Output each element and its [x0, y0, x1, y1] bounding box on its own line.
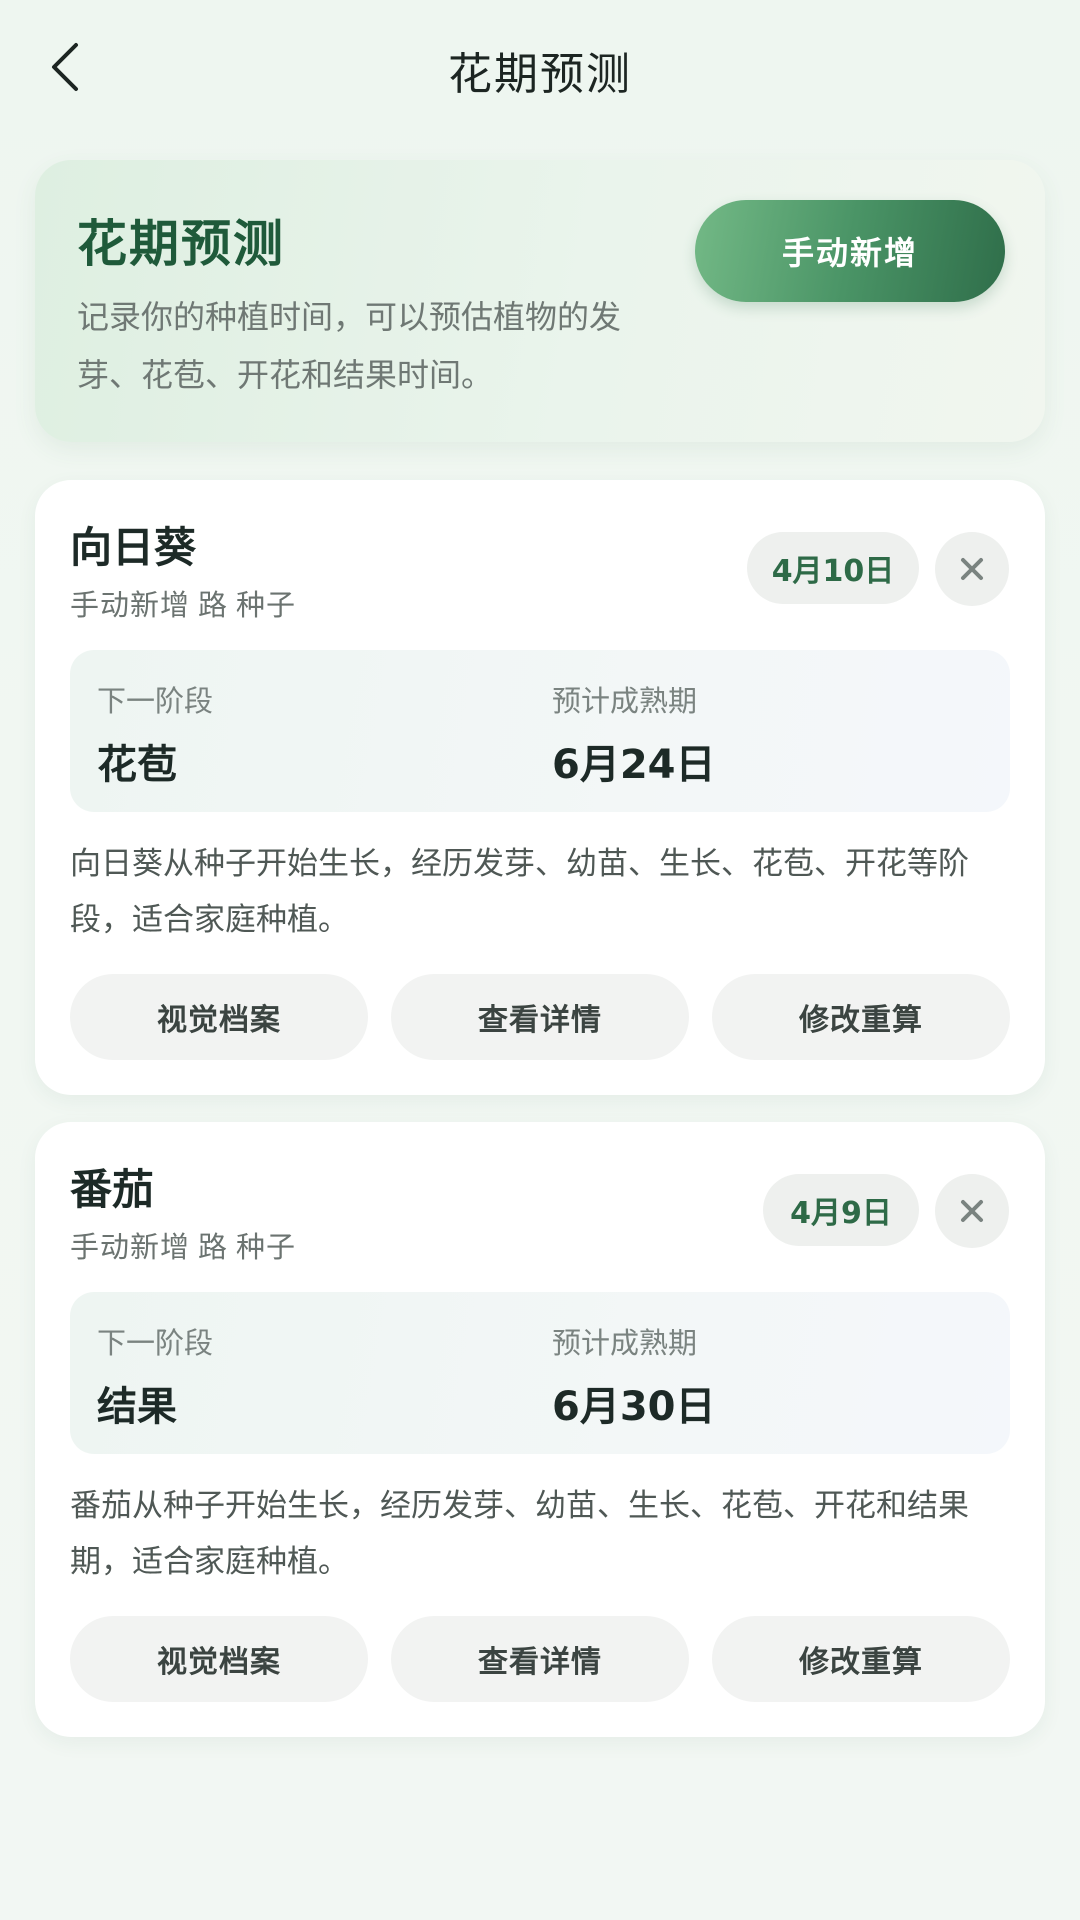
action-row: 视觉档案 查看详情 修改重算 — [70, 1616, 1010, 1702]
maturity-label: 预计成熟期 — [552, 1326, 698, 1360]
page-title: 花期预测 — [448, 49, 632, 100]
next-stage-label: 下一阶段 — [97, 1326, 214, 1360]
plant-name: 向日葵 — [70, 523, 197, 572]
stage-summary: 下一阶段 花苞 预计成熟期 6月24日 — [70, 650, 1010, 812]
delete-button[interactable] — [935, 532, 1009, 606]
edit-recalculate-button[interactable]: 修改重算 — [712, 1616, 1010, 1702]
visual-archive-button[interactable]: 视觉档案 — [70, 974, 368, 1060]
plant-description: 番茄从种子开始生长，经历发芽、幼苗、生长、花苞、开花和结果期，适合家庭种植。 — [70, 1488, 969, 1580]
plant-meta-separator: 路 — [198, 588, 229, 622]
planting-date-badge: 4月10日 — [747, 532, 919, 604]
maturity-value: 6月24日 — [552, 742, 716, 788]
view-details-button[interactable]: 查看详情 — [391, 1616, 689, 1702]
view-details-button[interactable]: 查看详情 — [391, 974, 689, 1060]
top-bar: 花期预测 — [0, 0, 1080, 130]
plant-description: 向日葵从种子开始生长，经历发芽、幼苗、生长、花苞、开花等阶段，适合家庭种植。 — [70, 846, 969, 938]
plant-meta: 手动新增路种子 — [70, 582, 304, 624]
maturity-value: 6月30日 — [552, 1384, 716, 1430]
next-stage-label: 下一阶段 — [97, 684, 214, 718]
maturity-label: 预计成熟期 — [552, 684, 698, 718]
close-icon — [961, 558, 983, 580]
stage-summary: 下一阶段 结果 预计成熟期 6月30日 — [70, 1292, 1010, 1454]
plant-type: 种子 — [236, 1230, 297, 1264]
plant-meta: 手动新增路种子 — [70, 1224, 304, 1266]
plant-source: 手动新增 — [70, 588, 191, 622]
close-icon — [961, 1200, 983, 1222]
intro-description: 记录你的种植时间，可以预估植物的发芽、花苞、开花和结果时间。 — [77, 298, 622, 394]
action-row: 视觉档案 查看详情 修改重算 — [70, 974, 1010, 1060]
intro-title: 花期预测 — [77, 215, 285, 273]
intro-card: 花期预测 记录你的种植时间，可以预估植物的发芽、花苞、开花和结果时间。 手动新增 — [35, 160, 1045, 442]
delete-button[interactable] — [935, 1174, 1009, 1248]
plant-source: 手动新增 — [70, 1230, 191, 1264]
next-stage-value: 花苞 — [97, 742, 177, 788]
plant-type: 种子 — [236, 588, 297, 622]
plant-card: 番茄 手动新增路种子 4月9日 下一阶段 结果 预计成熟期 6月30日 番茄从种… — [35, 1122, 1045, 1737]
next-stage-value: 结果 — [97, 1384, 177, 1430]
plant-card: 向日葵 手动新增路种子 4月10日 下一阶段 花苞 预计成熟期 6月24日 向日… — [35, 480, 1045, 1095]
planting-date-badge: 4月9日 — [763, 1174, 919, 1246]
edit-recalculate-button[interactable]: 修改重算 — [712, 974, 1010, 1060]
manual-add-button[interactable]: 手动新增 — [695, 200, 1005, 302]
plant-meta-separator: 路 — [198, 1230, 229, 1264]
visual-archive-button[interactable]: 视觉档案 — [70, 1616, 368, 1702]
plant-name: 番茄 — [70, 1165, 155, 1214]
